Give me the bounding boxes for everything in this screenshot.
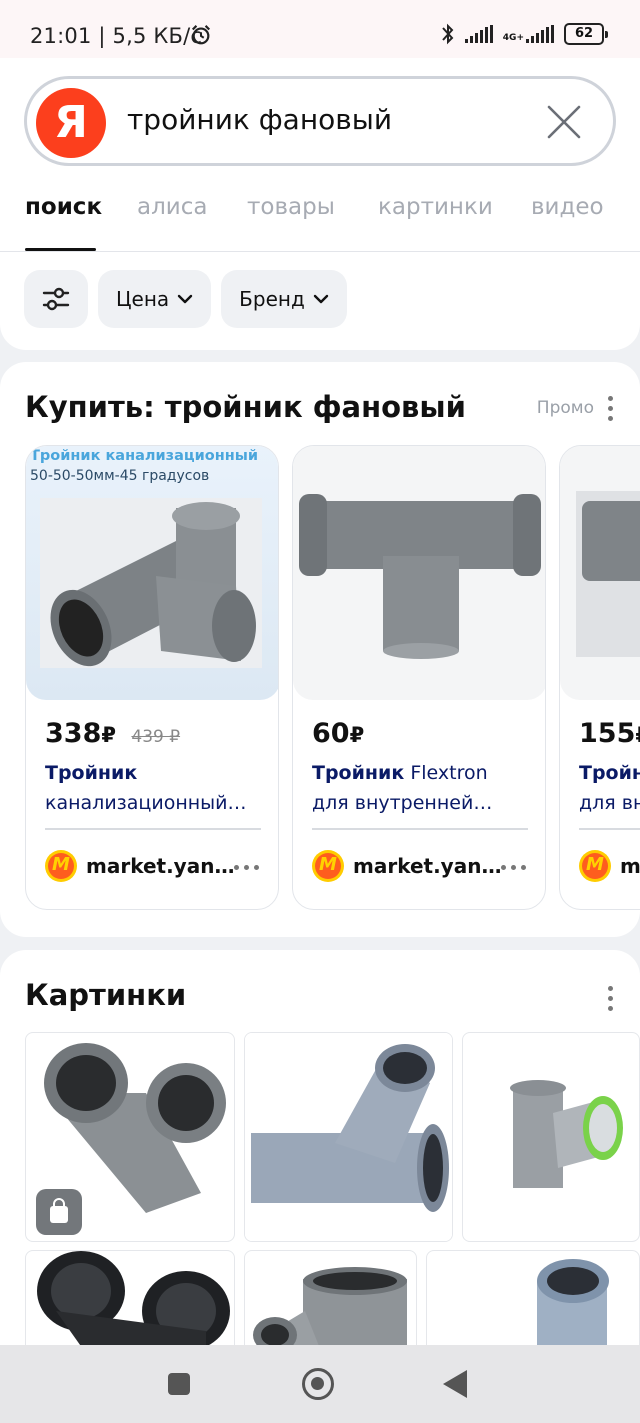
shopping-section: Купить: тройник фановый Промо Тройник ка… xyxy=(0,362,640,937)
currency: ₽ xyxy=(635,723,640,747)
search-bar[interactable]: Я тройник фановый xyxy=(24,76,616,166)
product-title-bold: Тройн xyxy=(579,762,640,784)
close-icon[interactable] xyxy=(545,103,583,141)
product-card[interactable]: Тройник канализационный 50-50-50мм-45 гр… xyxy=(25,445,279,910)
image-result[interactable] xyxy=(244,1032,453,1242)
back-triangle-icon[interactable] xyxy=(443,1370,467,1398)
search-input[interactable]: тройник фановый xyxy=(127,103,392,136)
pipe-tee-image xyxy=(40,498,262,668)
market-logo-icon xyxy=(45,850,77,882)
shop-link[interactable]: market.yan… xyxy=(312,850,501,882)
tab-video[interactable]: видео xyxy=(531,194,604,220)
product-price: 60₽ xyxy=(312,718,364,749)
product-title-inline: Flextron xyxy=(410,762,488,784)
more-vertical-icon[interactable] xyxy=(608,986,614,1012)
product-title[interactable]: Тройник Flextron для внутренней… xyxy=(312,758,536,818)
system-nav-bar xyxy=(0,1345,640,1423)
price-value: 60 xyxy=(312,718,350,749)
signal-icon-2 xyxy=(526,25,554,43)
search-header: Я тройник фановый поиск алиса товары кар… xyxy=(0,58,640,350)
product-title-bold: Тройник xyxy=(312,762,405,784)
more-vertical-icon[interactable] xyxy=(608,396,614,422)
product-price: 155₽ xyxy=(579,718,640,749)
filter-chips: Цена Бренд xyxy=(24,270,347,328)
shop-name: market.yan… xyxy=(86,854,235,878)
product-title[interactable]: Тройн для вн xyxy=(579,758,640,818)
product-image[interactable]: Тройник канализационный 50-50-50мм-45 гр… xyxy=(26,446,278,700)
more-horizontal-icon[interactable] xyxy=(234,865,259,870)
chevron-down-icon xyxy=(177,294,193,304)
product-image[interactable] xyxy=(293,446,545,700)
shopping-section-title: Купить: тройник фановый xyxy=(25,390,466,424)
divider xyxy=(45,828,261,830)
tab-goods[interactable]: товары xyxy=(247,194,335,220)
product-image[interactable] xyxy=(560,446,640,700)
battery-indicator: 62 xyxy=(564,23,608,45)
active-tab-indicator xyxy=(25,248,96,251)
alarm-icon xyxy=(191,25,211,45)
filter-price-chip[interactable]: Цена xyxy=(98,270,212,328)
shopping-bag-icon xyxy=(50,1198,68,1223)
filter-price-label: Цена xyxy=(116,287,170,311)
images-section-title: Картинки xyxy=(25,978,187,1012)
signal-icon xyxy=(464,25,493,43)
pipe-wye-image xyxy=(245,1033,452,1241)
yandex-logo[interactable]: Я xyxy=(36,88,106,158)
status-right: 4G+ 62 xyxy=(441,22,608,46)
promo-label: Промо xyxy=(536,398,594,418)
shop-link[interactable]: market.yan… xyxy=(45,850,234,882)
product-title-rest: для внутренней… xyxy=(312,792,493,814)
divider xyxy=(312,828,528,830)
currency: ₽ xyxy=(101,723,116,747)
image-result[interactable] xyxy=(462,1032,640,1242)
currency: ₽ xyxy=(349,723,365,747)
pipe-tee-image xyxy=(576,491,640,657)
more-horizontal-icon[interactable] xyxy=(501,865,526,870)
bluetooth-icon xyxy=(442,23,454,45)
product-price: 338₽ 439 ₽ xyxy=(45,718,180,749)
product-title[interactable]: Тройник канализационный… xyxy=(45,758,269,818)
chevron-down-icon xyxy=(313,294,328,304)
product-title-rest: для вн xyxy=(579,792,640,814)
divider xyxy=(579,828,640,830)
shop-name: m xyxy=(620,854,640,878)
product-card[interactable]: 155₽ Тройн для вн m xyxy=(559,445,640,910)
status-bar: 21:01 | 5,5 КБ/с 4G+ 62 xyxy=(0,0,640,58)
pipe-tee-image xyxy=(299,494,541,659)
price-value: 338 xyxy=(45,718,102,749)
status-time-speed: 21:01 | 5,5 КБ/с xyxy=(30,24,203,48)
price-value: 155 xyxy=(579,718,636,749)
network-type: 4G+ xyxy=(502,33,524,43)
image-result[interactable] xyxy=(25,1032,235,1242)
shop-link[interactable]: m xyxy=(579,850,640,882)
market-logo-icon xyxy=(579,850,611,882)
tab-images[interactable]: картинки xyxy=(378,194,493,220)
tab-alice[interactable]: алиса xyxy=(137,194,207,220)
filter-brand-chip[interactable]: Бренд xyxy=(221,270,347,328)
sliders-icon xyxy=(42,287,70,311)
old-price: 439 ₽ xyxy=(131,727,181,747)
product-title-bold: Тройник xyxy=(45,762,138,784)
shopping-bag-badge[interactable] xyxy=(36,1189,82,1235)
shop-name: market.yan… xyxy=(353,854,502,878)
filter-settings-button[interactable] xyxy=(24,270,88,328)
filter-brand-label: Бренд xyxy=(239,287,305,311)
product-card[interactable]: 60₽ Тройник Flextron для внутренней… mar… xyxy=(292,445,546,910)
home-circle-icon[interactable] xyxy=(302,1368,334,1400)
product-title-rest: канализационный… xyxy=(45,792,247,814)
signal-4g: 4G+ xyxy=(503,25,554,43)
recents-square-icon[interactable] xyxy=(168,1373,190,1395)
market-logo-icon xyxy=(312,850,344,882)
search-tabs: поиск алиса товары картинки видео xyxy=(0,188,640,252)
pipe-tee-image xyxy=(510,1080,623,1188)
tab-search[interactable]: поиск xyxy=(25,194,102,220)
